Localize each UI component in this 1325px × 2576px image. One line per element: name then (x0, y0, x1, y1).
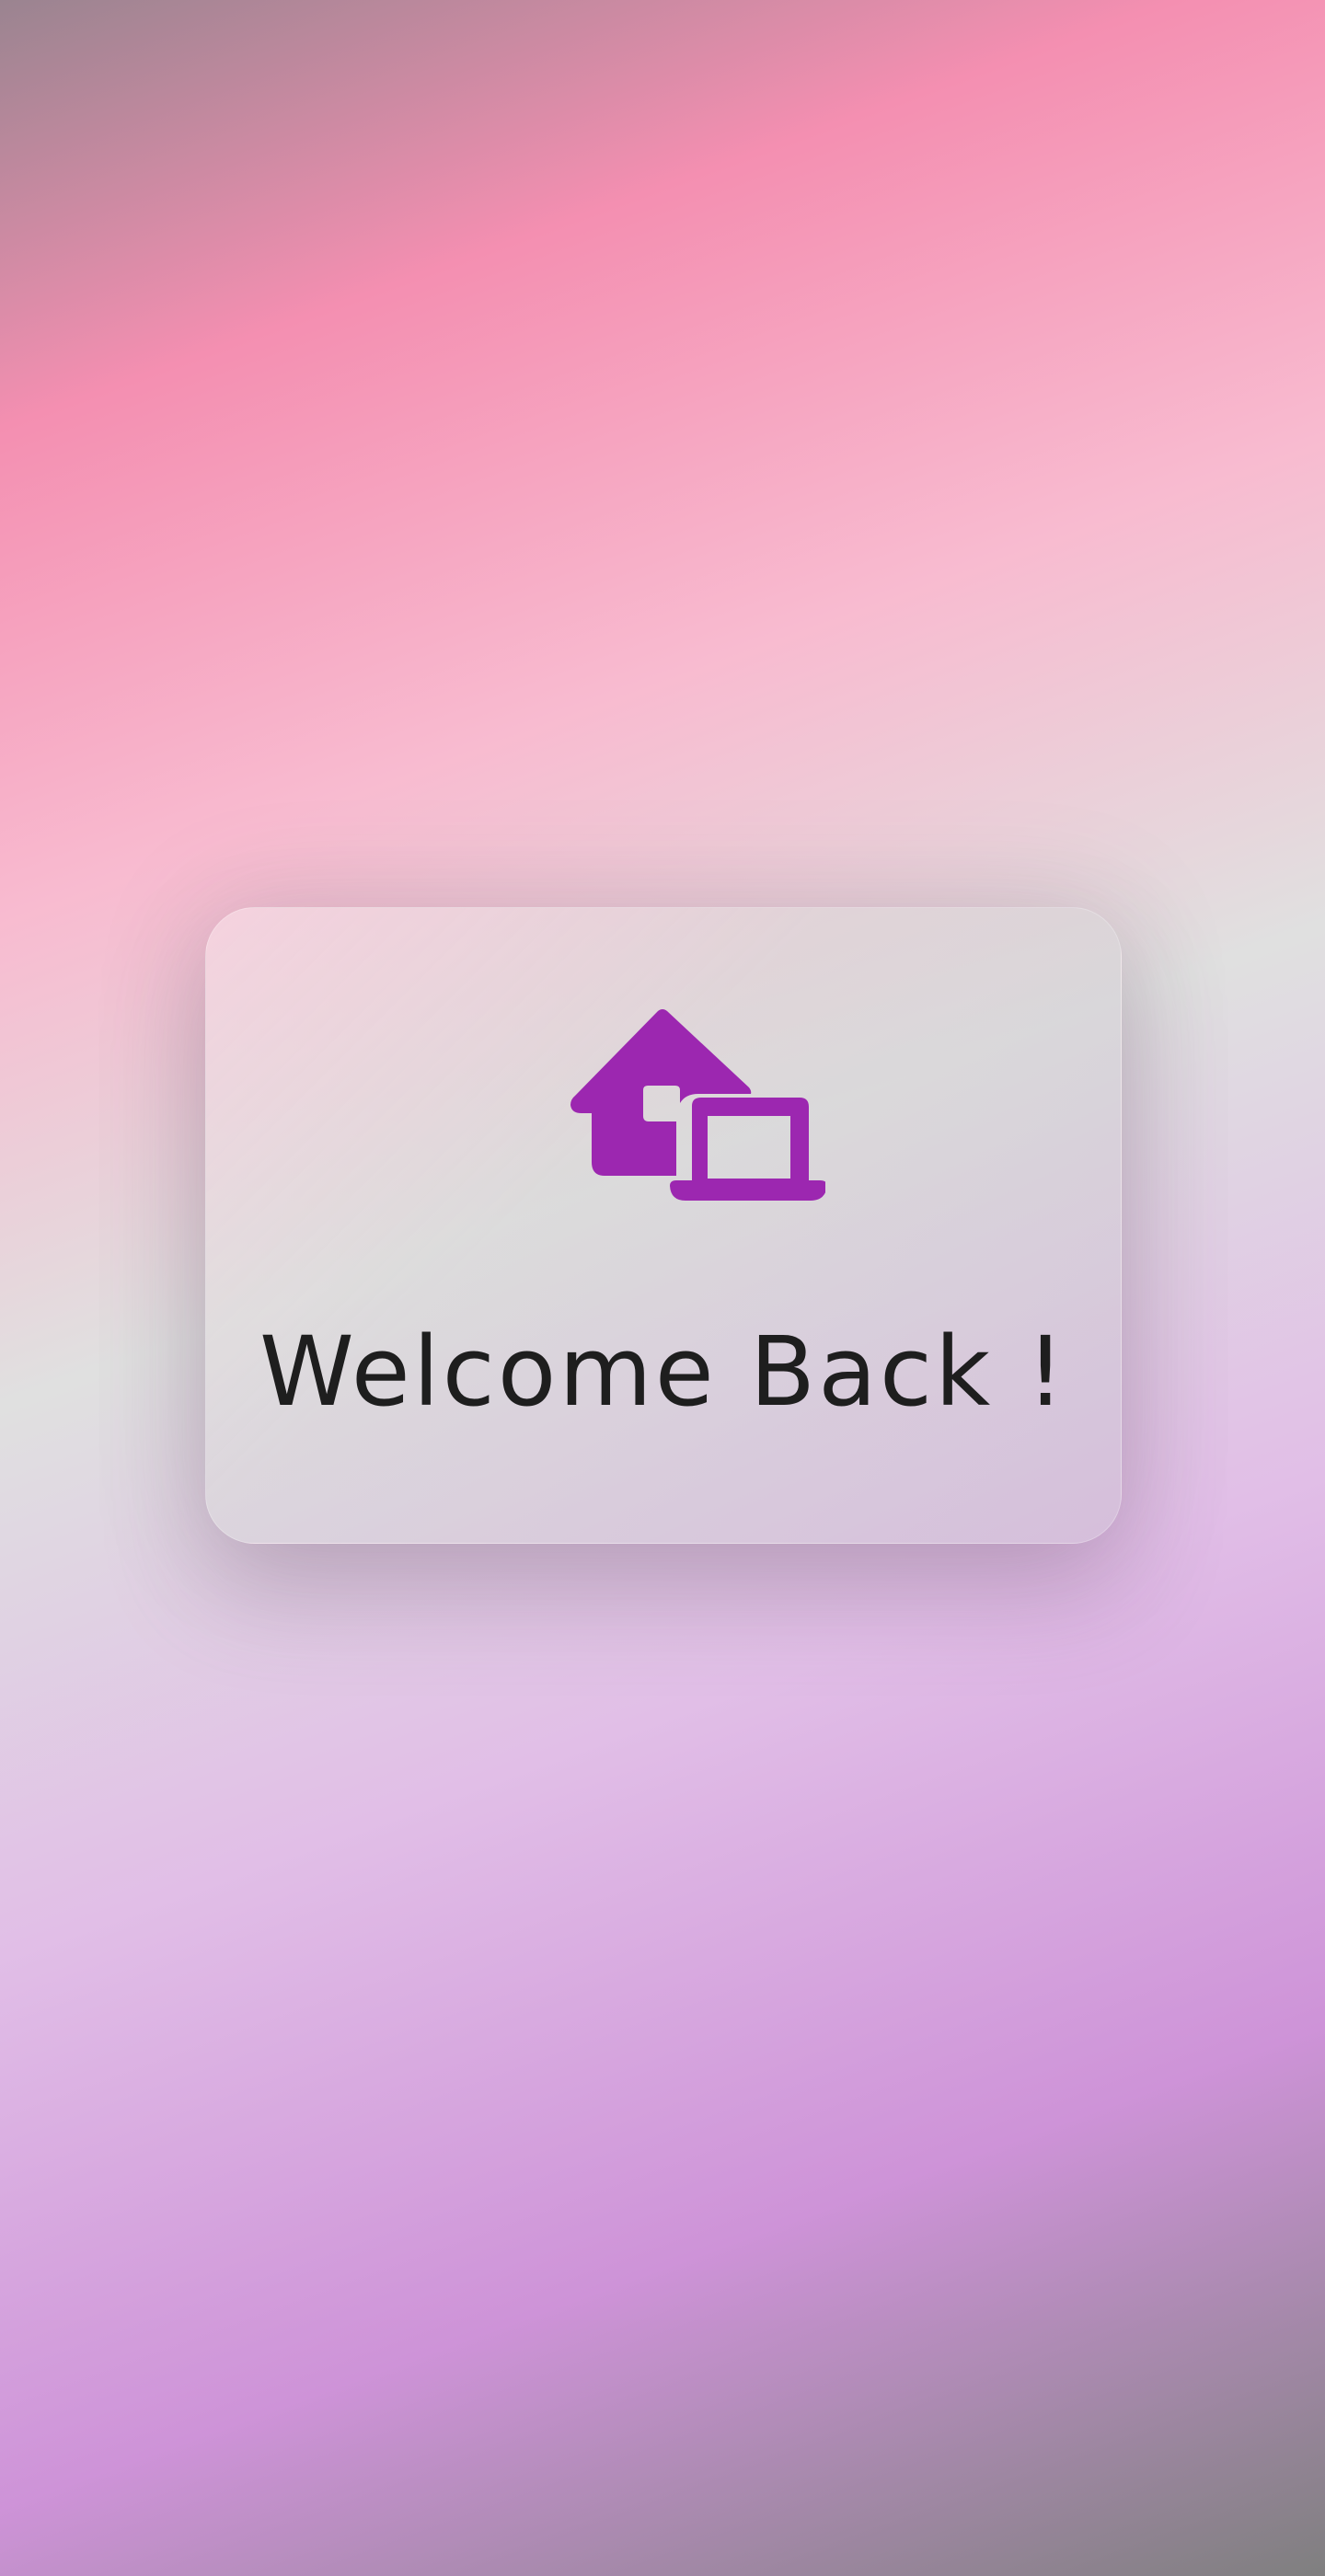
page-background: Welcome Back ! (0, 0, 1325, 2576)
welcome-card: Welcome Back ! (205, 907, 1122, 1544)
laptop-shape (670, 1098, 825, 1201)
home-work-icon (559, 1007, 825, 1228)
welcome-title: Welcome Back ! (259, 1316, 1067, 1428)
house-shape (570, 1009, 752, 1176)
